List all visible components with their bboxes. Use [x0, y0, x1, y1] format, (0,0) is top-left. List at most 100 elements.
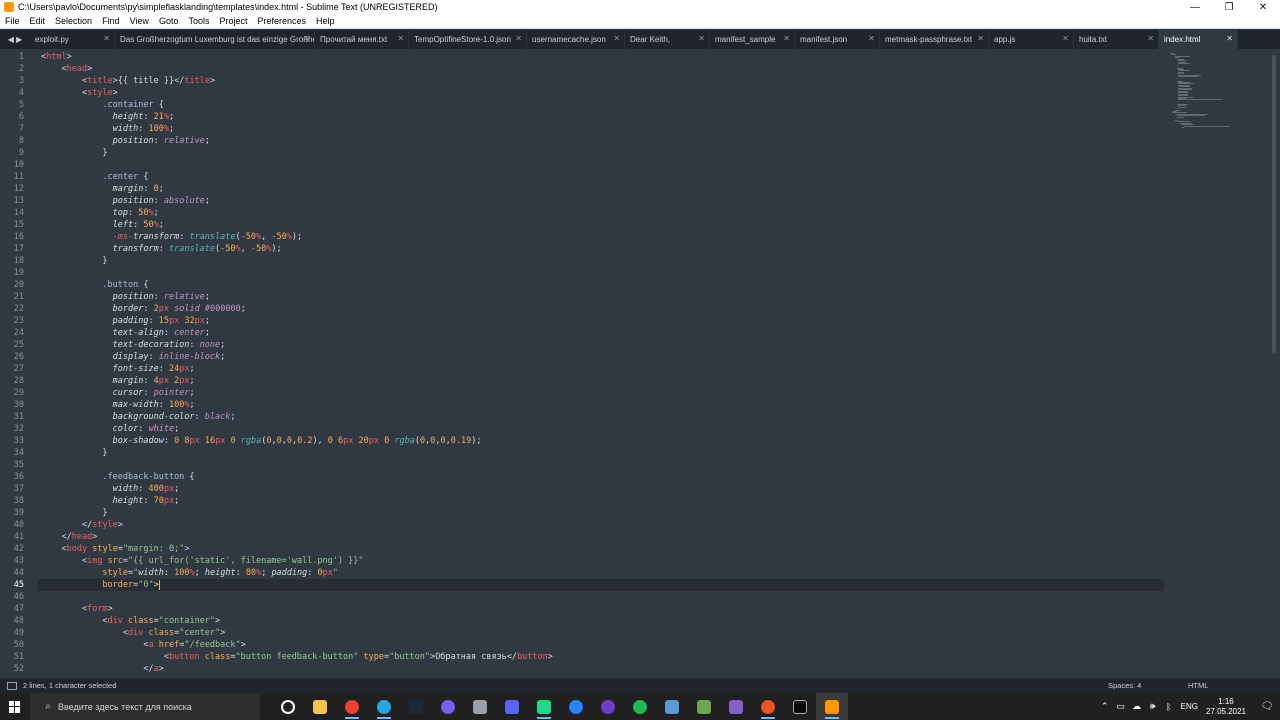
code-line[interactable]: <style>: [41, 87, 118, 99]
tab-4[interactable]: usernamecache.json ✕: [527, 30, 625, 49]
code-line[interactable]: box-shadow: 0 8px 16px 0 rgba(0,0,0,0.2)…: [41, 435, 482, 447]
tab-close-icon[interactable]: ✕: [103, 34, 110, 43]
taskbar-viber[interactable]: [432, 693, 464, 720]
code-line[interactable]: <body style="margin: 0;">: [41, 543, 189, 555]
tab-close-icon[interactable]: ✕: [397, 34, 404, 43]
syntax-status[interactable]: HTML: [1188, 681, 1280, 690]
bluetooth-icon[interactable]: ᛒ: [1161, 702, 1177, 712]
clock[interactable]: 1:16 27.05.2021: [1206, 697, 1246, 717]
code-line[interactable]: width: 400px;: [41, 483, 180, 495]
code-line[interactable]: font-size: 24px;: [41, 363, 195, 375]
code-line[interactable]: margin: 0;: [41, 183, 164, 195]
code-line[interactable]: -ms-transform: translate(-50%, -50%);: [41, 231, 302, 243]
taskbar-search[interactable]: ⌕ Введите здесь текст для поиска: [30, 693, 260, 720]
code-line[interactable]: border="0">: [41, 579, 160, 591]
code-line[interactable]: width: 100%;: [41, 123, 174, 135]
tab-6[interactable]: manifest_sample ✕: [710, 30, 795, 49]
code-line[interactable]: <title>{{ title }}</title>: [41, 75, 215, 87]
code-line[interactable]: .center {: [41, 171, 148, 183]
code-line[interactable]: </a>: [41, 663, 164, 675]
editor-area[interactable]: 1 2 3 4 5 6 7 8 9 10 11 12 13 14 15 16 17 18 19 20 21 22 23 24 2…: [0, 49, 1280, 678]
tab-9[interactable]: app.js ✕: [989, 30, 1074, 49]
start-button[interactable]: [0, 693, 30, 720]
code-line[interactable]: position: relative;: [41, 135, 210, 147]
code-line[interactable]: }: [41, 255, 107, 267]
onedrive-icon[interactable]: ☁: [1129, 701, 1145, 712]
code-line[interactable]: style="width: 100%; height: 80%; padding…: [41, 567, 338, 579]
tab-11[interactable]: index.html ✕: [1159, 30, 1238, 49]
menu-view[interactable]: View: [125, 16, 154, 26]
tab-close-icon[interactable]: ✕: [303, 34, 310, 43]
taskbar-chrome[interactable]: [336, 693, 368, 720]
code-line[interactable]: }: [41, 147, 107, 159]
minimap[interactable]: [1164, 49, 1270, 678]
menu-tools[interactable]: Tools: [183, 16, 214, 26]
taskbar-discord[interactable]: [496, 693, 528, 720]
taskbar-terminal[interactable]: [784, 693, 816, 720]
tab-close-icon[interactable]: ✕: [868, 34, 875, 43]
taskbar-github[interactable]: [592, 693, 624, 720]
taskbar-steam[interactable]: [400, 693, 432, 720]
scrollbar-thumb[interactable]: [1272, 55, 1276, 353]
code-line[interactable]: }: [41, 447, 107, 459]
tab-10[interactable]: huita.txt ✕: [1074, 30, 1159, 49]
code-line[interactable]: top: 50%;: [41, 207, 159, 219]
taskbar-visual-studio[interactable]: [720, 693, 752, 720]
code-line[interactable]: padding: 15px 32px;: [41, 315, 210, 327]
code-line[interactable]: }: [41, 507, 107, 519]
menu-edit[interactable]: Edit: [25, 16, 51, 26]
menu-file[interactable]: File: [0, 16, 25, 26]
code-line[interactable]: height: 70px;: [41, 495, 180, 507]
code-line[interactable]: left: 50%;: [41, 219, 164, 231]
tab-nav-arrows[interactable]: ◀ ▶: [0, 30, 30, 49]
taskbar-spotify[interactable]: [624, 693, 656, 720]
code-line[interactable]: .container {: [41, 99, 163, 111]
tab-close-icon[interactable]: ✕: [1147, 34, 1154, 43]
chevron-up-icon[interactable]: ⌃: [1097, 701, 1113, 712]
taskbar-minecraft[interactable]: [688, 693, 720, 720]
taskbar-mail[interactable]: [464, 693, 496, 720]
tab-5[interactable]: Dear Keith, ✕: [625, 30, 710, 49]
code-line[interactable]: </style>: [41, 519, 123, 531]
tab-1[interactable]: Das Großherzogtum Luxemburg ist das einz…: [115, 30, 315, 49]
tab-close-icon[interactable]: ✕: [515, 34, 522, 43]
tab-2[interactable]: Прочитай меня.txt ✕: [315, 30, 409, 49]
tab-8[interactable]: metmask-passphrase.txt ✕: [880, 30, 989, 49]
code-line[interactable]: <head>: [41, 63, 92, 75]
tab-close-icon[interactable]: ✕: [1226, 34, 1233, 43]
code-line[interactable]: <form>: [41, 603, 113, 615]
code-line[interactable]: cursor: pointer;: [41, 387, 195, 399]
menu-goto[interactable]: Goto: [154, 16, 184, 26]
tab-close-icon[interactable]: ✕: [783, 34, 790, 43]
taskbar-sublime-text[interactable]: [816, 693, 848, 720]
code-line[interactable]: height: 21%;: [41, 111, 174, 123]
code-line[interactable]: position: relative;: [41, 291, 210, 303]
tab-7[interactable]: manifest.json ✕: [795, 30, 880, 49]
code-line[interactable]: position: absolute;: [41, 195, 210, 207]
language-indicator[interactable]: ENG: [1181, 702, 1198, 711]
code-line[interactable]: text-align: center;: [41, 327, 210, 339]
code-line[interactable]: background-color: black;: [41, 411, 236, 423]
taskbar-sourcetree[interactable]: [560, 693, 592, 720]
code-line[interactable]: <html>: [41, 51, 72, 63]
tab-close-icon[interactable]: ✕: [698, 34, 705, 43]
network-icon[interactable]: ▭: [1113, 701, 1129, 712]
code-line[interactable]: margin: 4px 2px;: [41, 375, 195, 387]
tab-close-icon[interactable]: ✕: [977, 34, 984, 43]
code-line[interactable]: <a href="/feedback">: [41, 639, 245, 651]
menu-find[interactable]: Find: [97, 16, 125, 26]
code-line[interactable]: .button {: [41, 279, 148, 291]
taskbar-telegram[interactable]: [368, 693, 400, 720]
tab-3[interactable]: TempOptifineStore-1.0.json ✕: [409, 30, 527, 49]
minimize-button[interactable]: —: [1178, 0, 1212, 14]
code-line[interactable]: color: white;: [41, 423, 180, 435]
taskbar-calculator[interactable]: [656, 693, 688, 720]
code-line[interactable]: max-width: 100%;: [41, 399, 195, 411]
menu-project[interactable]: Project: [214, 16, 252, 26]
taskbar-pycharm[interactable]: [528, 693, 560, 720]
vertical-scrollbar[interactable]: [1271, 49, 1277, 678]
code-line[interactable]: </head>: [41, 531, 97, 543]
menu-preferences[interactable]: Preferences: [252, 16, 311, 26]
taskbar-ubuntu[interactable]: [752, 693, 784, 720]
taskbar-task-view[interactable]: [272, 693, 304, 720]
